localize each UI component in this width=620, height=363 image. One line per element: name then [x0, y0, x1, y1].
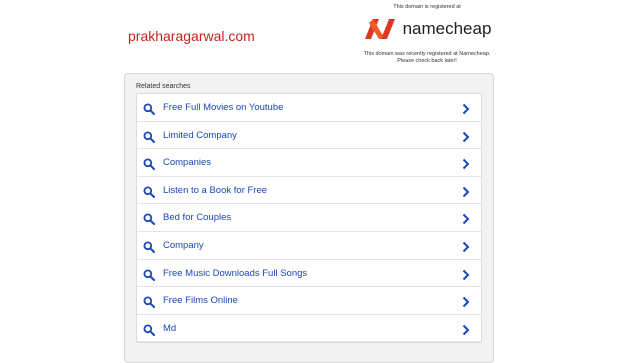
chevron-right-icon: [462, 157, 470, 170]
list-item-label[interactable]: Free Full Movies on Youtube: [163, 101, 283, 114]
namecheap-logo[interactable]: namecheap: [352, 15, 502, 43]
chevron-right-icon: [462, 212, 470, 225]
list-item[interactable]: Limited Company: [137, 122, 481, 150]
search-icon: [143, 240, 155, 253]
list-item-label[interactable]: Limited Company: [163, 129, 237, 142]
list-item-label[interactable]: Companies: [163, 156, 211, 169]
namecheap-wordmark: namecheap: [402, 19, 492, 38]
related-searches-list: Free Full Movies on Youtube Limited Comp…: [136, 93, 482, 344]
registrar-notice: This domain is registered at namecheap T…: [352, 4, 502, 65]
chevron-right-icon: [462, 185, 470, 197]
list-item[interactable]: Md: [137, 315, 481, 343]
list-item[interactable]: Listen to a Book for Free: [137, 177, 481, 205]
chevron-right-icon: [462, 295, 470, 308]
chevron-right-icon: [462, 102, 470, 115]
list-item-label[interactable]: Free Music Downloads Full Songs: [163, 267, 307, 280]
list-item[interactable]: Company: [137, 232, 481, 260]
related-searches-panel: Related searches Free Full Movies on You…: [124, 73, 494, 363]
recent-registration-text: This domain was recently registered at N…: [363, 51, 491, 57]
search-icon: [143, 157, 155, 171]
search-icon: [143, 268, 155, 281]
search-icon: [143, 323, 155, 336]
search-icon: [143, 295, 155, 309]
list-item-label[interactable]: Listen to a Book for Free: [163, 184, 267, 197]
search-icon: [143, 130, 155, 143]
chevron-right-icon: [462, 130, 470, 142]
namecheap-logo-icon: [363, 17, 397, 41]
list-item[interactable]: Free Full Movies on Youtube: [137, 94, 481, 122]
chevron-right-icon: [462, 323, 470, 335]
search-icon: [143, 102, 155, 115]
list-item-label[interactable]: Bed for Couples: [163, 211, 231, 224]
list-item[interactable]: Bed for Couples: [137, 204, 481, 232]
chevron-right-icon: [462, 240, 470, 253]
list-item-label[interactable]: Company: [163, 239, 204, 252]
list-item-label[interactable]: Md: [163, 322, 176, 335]
related-searches-title: Related searches: [136, 83, 191, 90]
list-item[interactable]: Companies: [137, 149, 481, 177]
check-back-text: Please check back later!: [397, 58, 457, 64]
search-icon: [143, 212, 155, 226]
registered-text: This domain is registered at: [393, 4, 461, 10]
list-item-label[interactable]: Free Films Online: [163, 294, 238, 307]
chevron-right-icon: [462, 268, 470, 280]
list-item[interactable]: Free Music Downloads Full Songs: [137, 260, 481, 288]
list-item[interactable]: Free Films Online: [137, 287, 481, 315]
site-title[interactable]: prakharagarwal.com: [128, 28, 255, 44]
search-icon: [143, 185, 155, 198]
